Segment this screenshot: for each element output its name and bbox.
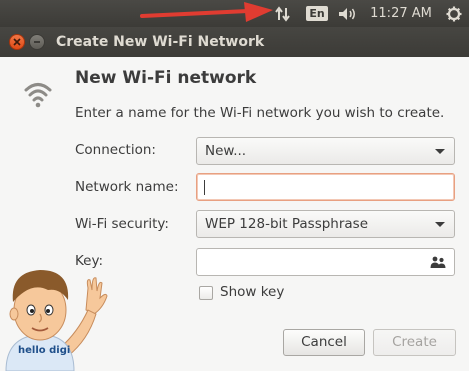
connection-value: New... [205, 143, 247, 159]
dropdown-arrow-icon [435, 222, 445, 227]
volume-indicator[interactable] [336, 0, 360, 27]
key-input[interactable] [196, 248, 455, 276]
connection-label: Connection: [75, 142, 156, 158]
session-menu[interactable] [444, 0, 464, 27]
show-key-label[interactable]: Show key [220, 284, 284, 300]
window-title: Create New Wi-Fi Network [56, 34, 265, 50]
network-name-input[interactable] [196, 173, 455, 201]
gear-icon [446, 6, 462, 21]
dialog-heading: New Wi-Fi network [75, 68, 257, 88]
create-button[interactable]: Create [373, 329, 456, 356]
annotation-arrow [140, 2, 273, 22]
wifi-security-label: Wi-Fi security: [75, 216, 169, 232]
cancel-button[interactable]: Cancel [283, 329, 365, 356]
volume-icon [339, 7, 355, 20]
clock[interactable]: 11:27 AM [368, 0, 434, 27]
wifi-security-combo[interactable]: WEP 128-bit Passphrase [196, 210, 455, 238]
close-icon [13, 38, 21, 46]
connection-combo[interactable]: New... [196, 137, 455, 165]
network-name-label: Network name: [75, 179, 179, 195]
wifi-icon [24, 83, 52, 108]
dropdown-arrow-icon [435, 149, 445, 154]
dialog-description: Enter a name for the Wi-Fi network you w… [75, 105, 445, 121]
show-key-checkbox[interactable] [199, 286, 213, 300]
network-updown-icon [275, 5, 290, 22]
network-indicator[interactable] [272, 0, 294, 27]
minimize-icon [34, 41, 40, 43]
users-icon[interactable] [430, 254, 446, 270]
wifi-security-value: WEP 128-bit Passphrase [205, 216, 369, 232]
watermark-text: hello digi [18, 345, 71, 356]
window-titlebar[interactable]: Create New Wi-Fi Network [0, 27, 469, 57]
text-cursor [204, 180, 205, 195]
minimize-button[interactable] [29, 34, 45, 50]
top-panel: En 11:27 AM [0, 0, 469, 27]
keyboard-layout-label: En [306, 6, 328, 21]
keyboard-layout-indicator[interactable]: En [306, 0, 328, 27]
close-button[interactable] [9, 34, 25, 50]
